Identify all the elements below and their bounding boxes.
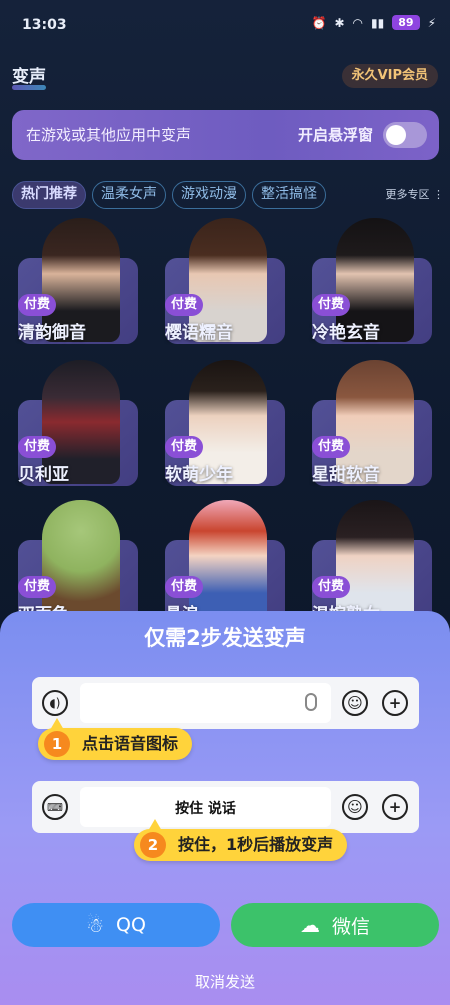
emoji-icon[interactable]: ☺: [342, 794, 368, 820]
paid-badge: 付费: [312, 436, 351, 458]
more-zones-link[interactable]: 更多专区 ⋮: [386, 186, 445, 202]
status-bar: 13:03 ⏰ ✱ ◠ ▮▮ 89 ⚡: [0, 0, 450, 48]
wechat-icon: ☁: [299, 913, 320, 937]
step2-text: 按住，1秒后播放变声: [178, 835, 334, 854]
tab-funny[interactable]: 整活搞怪: [252, 181, 326, 209]
step1-text: 点击语音图标: [82, 734, 179, 753]
step1-number: 1: [44, 731, 70, 757]
voice-card[interactable]: 付费 贝利亚: [18, 360, 138, 486]
voice-name: 星甜软音: [312, 465, 380, 485]
step2-number: 2: [140, 832, 166, 858]
charging-icon: ⚡: [427, 15, 436, 30]
paid-badge: 付费: [312, 576, 351, 598]
page-title: 变声: [12, 62, 46, 90]
voice-card[interactable]: 付费 双面龟: [18, 500, 138, 626]
sheet-title: 仅需2步发送变声: [144, 626, 306, 650]
voice-mode-icon[interactable]: ◖): [42, 690, 68, 716]
plus-icon[interactable]: +: [382, 794, 408, 820]
bluetooth-icon: ✱: [334, 15, 345, 30]
voice-card[interactable]: 付费 清韵御音: [18, 218, 138, 344]
floating-window-label: 开启悬浮窗: [297, 126, 373, 144]
floating-window-bar[interactable]: 在游戏或其他应用中变声 开启悬浮窗: [12, 110, 439, 160]
hold-to-talk-bar: ⌨ 按住 说话 ☺ +: [32, 781, 419, 833]
qq-icon: ☃: [86, 913, 104, 937]
paid-badge: 付费: [165, 436, 204, 458]
status-icons: ⏰ ✱ ◠ ▮▮ 89 ⚡: [312, 15, 436, 30]
more-zones-label: 更多专区: [385, 188, 430, 201]
voice-name: 软萌少年: [165, 465, 233, 485]
paid-badge: 付费: [18, 436, 57, 458]
emoji-icon[interactable]: ☺: [342, 690, 368, 716]
paid-badge: 付费: [165, 294, 204, 316]
voice-card[interactable]: 付费 软萌少年: [165, 360, 285, 486]
cancel-send-button[interactable]: 取消发送: [0, 971, 450, 992]
voice-card[interactable]: 付费 悬浪: [165, 500, 285, 626]
tab-hot[interactable]: 热门推荐: [12, 181, 86, 209]
status-time: 13:03: [22, 17, 67, 33]
tab-game-anime[interactable]: 游戏动漫: [172, 181, 246, 209]
qq-label: QQ: [116, 914, 146, 936]
voice-name: 冷艳玄音: [312, 323, 380, 343]
share-wechat-button[interactable]: ☁ 微信: [231, 903, 439, 947]
voice-name: 清韵御音: [18, 323, 86, 343]
paid-badge: 付费: [18, 294, 57, 316]
text-input-field[interactable]: [80, 683, 331, 723]
voice-card[interactable]: 付费 樱语糯音: [165, 218, 285, 344]
toggle-knob: [386, 125, 406, 145]
hold-to-talk-button[interactable]: 按住 说话: [80, 787, 331, 827]
tip-arrow: [148, 819, 162, 831]
floating-window-description: 在游戏或其他应用中变声: [26, 126, 192, 144]
voice-name: 樱语糯音: [165, 323, 233, 343]
voice-card[interactable]: 付费 冷艳玄音: [312, 218, 432, 344]
wechat-label: 微信: [331, 915, 370, 938]
microphone-icon[interactable]: [305, 693, 317, 711]
vip-badge[interactable]: 永久VIP会员: [341, 64, 438, 88]
tip-arrow: [50, 718, 64, 730]
paid-badge: 付费: [165, 576, 204, 598]
paid-badge: 付费: [312, 294, 351, 316]
voice-card[interactable]: 付费 星甜软音: [312, 360, 432, 486]
floating-window-toggle[interactable]: [383, 122, 427, 148]
wifi-icon: ◠: [352, 15, 364, 30]
voice-card[interactable]: 付费 温婉熟女: [312, 500, 432, 626]
voice-avatar: [189, 500, 267, 624]
share-qq-button[interactable]: ☃ QQ: [12, 903, 220, 947]
step2-tip: 2 按住，1秒后播放变声: [134, 819, 348, 861]
alarm-icon: ⏰: [311, 15, 327, 30]
paid-badge: 付费: [18, 576, 57, 598]
voice-input-bar: ◖) ☺ +: [32, 677, 419, 729]
keyboard-icon[interactable]: ⌨: [42, 794, 68, 820]
step1-tip: 1 点击语音图标: [38, 718, 193, 760]
voice-name: 贝利亚: [18, 465, 69, 485]
signal-icon: ▮▮: [371, 15, 385, 30]
hold-to-talk-label: 按住 说话: [175, 801, 236, 817]
plus-icon[interactable]: +: [382, 690, 408, 716]
tab-gentle-female[interactable]: 温柔女声: [92, 181, 166, 209]
category-tabs: 热门推荐 温柔女声 游戏动漫 整活搞怪: [12, 180, 439, 210]
battery-indicator: 89: [392, 15, 420, 30]
